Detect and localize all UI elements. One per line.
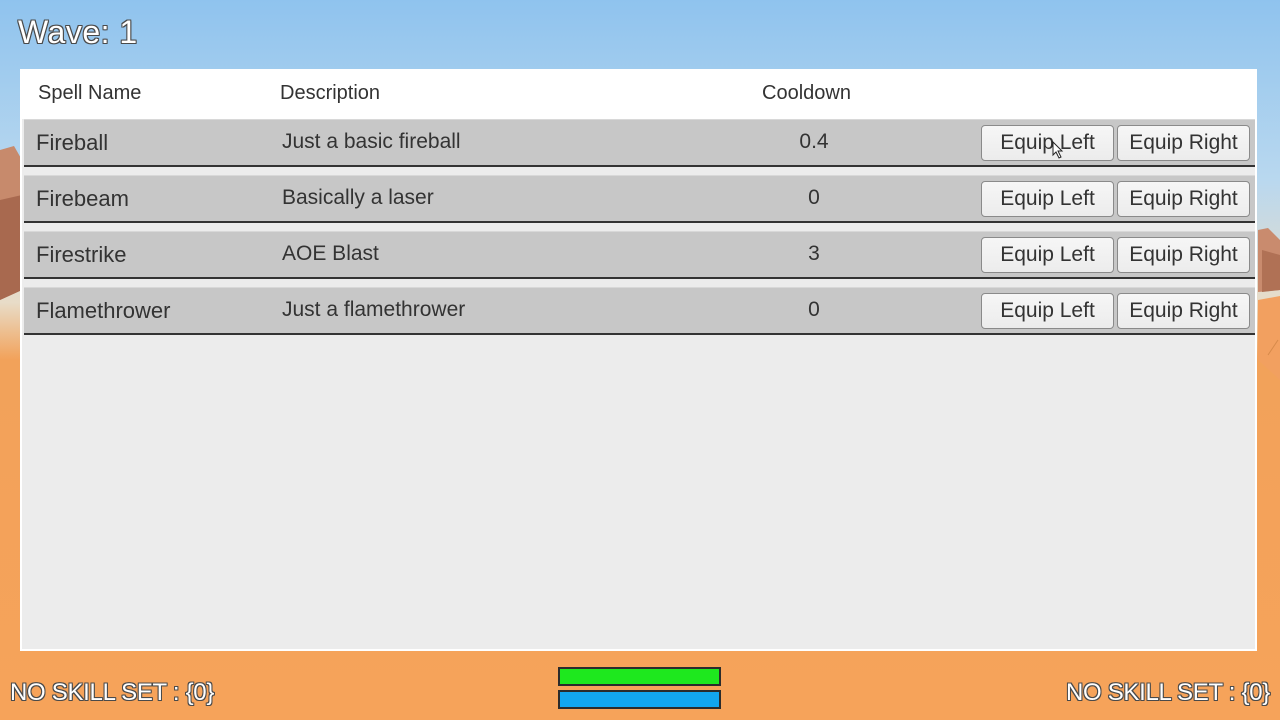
equip-right-button[interactable]: Equip Right [1117,237,1250,273]
spell-cooldown: 3 [808,242,820,265]
equip-left-button[interactable]: Equip Left [981,181,1114,217]
spell-list-panel: Spell Name Description Cooldown Fireball… [20,69,1257,651]
spell-description: AOE Blast [282,242,379,265]
health-bar [558,667,721,686]
mana-bar-fill [560,692,719,707]
health-bar-fill [560,669,719,684]
left-skill-label: NO SKILL SET : {0} [10,679,215,706]
equip-right-button[interactable]: Equip Right [1117,293,1250,329]
right-skill-label: NO SKILL SET : {0} [1065,679,1270,706]
spell-name: Fireball [36,130,109,155]
rock-left-shade [0,195,22,300]
equip-left-button[interactable]: Equip Left [981,237,1114,273]
equip-right-button[interactable]: Equip Right [1117,181,1250,217]
spell-name: Firestrike [36,242,127,267]
mana-bar [558,690,721,709]
equip-left-button[interactable]: Equip Left [981,125,1114,161]
header-description: Description [280,82,381,104]
header-cooldown: Cooldown [762,82,851,104]
spell-cooldown: 0 [808,186,820,209]
header-spell-name: Spell Name [38,82,142,104]
spell-cooldown: 0 [808,298,820,321]
spell-description: Basically a laser [282,186,434,209]
table-row: Fireball Just a basic fireball 0.4 Equip… [24,119,1255,167]
spell-cooldown: 0.4 [799,130,829,153]
mouse-cursor-icon [1052,141,1064,159]
equip-right-button[interactable]: Equip Right [1117,125,1250,161]
table-row: Firestrike AOE Blast 3 Equip Left Equip … [24,231,1255,279]
spell-name: Firebeam [36,186,129,211]
wave-counter: Wave: 1 [18,14,138,50]
spell-description: Just a basic fireball [282,130,461,153]
equip-left-button[interactable]: Equip Left [981,293,1114,329]
dune-right [1258,296,1280,380]
spell-description: Just a flamethrower [282,298,466,321]
table-row: Flamethrower Just a flamethrower 0 Equip… [24,287,1255,335]
rock-right-shade [1262,250,1280,292]
table-row: Firebeam Basically a laser 0 Equip Left … [24,175,1255,223]
table-header: Spell Name Description Cooldown [22,69,1255,119]
spell-name: Flamethrower [36,298,171,323]
